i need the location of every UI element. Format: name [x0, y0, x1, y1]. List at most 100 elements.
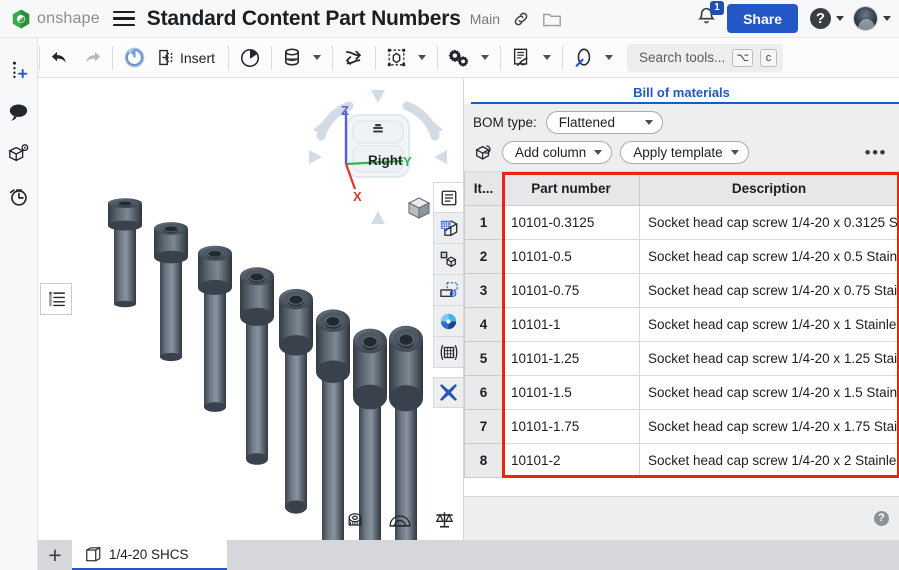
cell-description[interactable]: Socket head cap screw 1/4-20 x 0.3125 St…: [640, 205, 899, 239]
link-icon[interactable]: [512, 10, 530, 28]
extrude-button[interactable]: [277, 41, 307, 75]
cell-item-number[interactable]: 5: [465, 341, 503, 375]
measure-chevron-down-icon[interactable]: [599, 41, 619, 75]
measure-tape-icon[interactable]: [344, 511, 366, 534]
cell-part-number[interactable]: 10101-0.75: [503, 273, 640, 307]
scale-balance-icon[interactable]: [434, 510, 455, 534]
share-button[interactable]: Share: [727, 4, 798, 33]
column-header-item[interactable]: It...: [465, 172, 503, 205]
display-state-chevron-down-icon[interactable]: [537, 41, 557, 75]
cell-description[interactable]: Socket head cap screw 1/4-20 x 1.75 Stai…: [640, 409, 899, 443]
tab-part-studio[interactable]: 1/4-20 SHCS: [72, 540, 227, 570]
notifications-bell[interactable]: 1: [696, 6, 717, 32]
cell-part-number[interactable]: 10101-1.25: [503, 341, 640, 375]
cube-tag-icon[interactable]: [3, 138, 35, 170]
cell-item-number[interactable]: 8: [465, 443, 503, 477]
apply-template-button[interactable]: Apply template: [620, 141, 748, 164]
folder-icon[interactable]: [542, 10, 562, 28]
cell-description[interactable]: Socket head cap screw 1/4-20 x 1 Stainle…: [640, 307, 899, 341]
insert-button[interactable]: Insert: [151, 41, 223, 75]
cell-part-number[interactable]: 10101-1.75: [503, 409, 640, 443]
display-state-button[interactable]: [506, 41, 537, 75]
cell-description[interactable]: Socket head cap screw 1/4-20 x 0.75 Stai…: [640, 273, 899, 307]
add-column-button[interactable]: Add column: [502, 141, 612, 164]
help-question-icon[interactable]: ?: [810, 8, 831, 29]
table-row[interactable]: 510101-1.25Socket head cap screw 1/4-20 …: [465, 341, 899, 375]
measure-tool-button[interactable]: [568, 41, 599, 75]
feature-panel-toggle-icon[interactable]: [40, 283, 72, 315]
table-row[interactable]: 810101-2Socket head cap screw 1/4-20 x 2…: [465, 443, 899, 477]
axis-y-label: Y: [403, 154, 412, 169]
stopwatch-icon[interactable]: [3, 180, 35, 212]
cell-item-number[interactable]: 2: [465, 239, 503, 273]
graphics-bottom-tools: [344, 510, 455, 534]
transform-button[interactable]: [381, 41, 412, 75]
rebuild-button[interactable]: [118, 41, 151, 75]
cell-description[interactable]: Socket head cap screw 1/4-20 x 2 Stainle…: [640, 443, 899, 477]
assembly-chevron-down-icon[interactable]: [475, 41, 495, 75]
bom-type-select[interactable]: Flattened: [546, 111, 663, 134]
cell-item-number[interactable]: 7: [465, 409, 503, 443]
bom-type-label: BOM type:: [473, 115, 537, 130]
viewcube-face-label: Right: [368, 153, 403, 168]
grid-cube-icon[interactable]: [433, 213, 464, 244]
cell-part-number[interactable]: 10101-1: [503, 307, 640, 341]
sketch-button[interactable]: [234, 41, 266, 75]
variable-table-icon[interactable]: [433, 337, 464, 368]
cell-description[interactable]: Socket head cap screw 1/4-20 x 0.5 Stain…: [640, 239, 899, 273]
color-ball-icon[interactable]: [433, 306, 464, 337]
undo-button[interactable]: [45, 41, 76, 75]
table-row[interactable]: 310101-0.75Socket head cap screw 1/4-20 …: [465, 273, 899, 307]
bom-table-container[interactable]: It... Part number Description 110101-0.3…: [464, 172, 899, 496]
bom-help-question-icon[interactable]: ?: [874, 511, 889, 526]
account-chevron-down-icon[interactable]: [883, 16, 891, 21]
graphics-viewport[interactable]: Z Y X Right: [38, 78, 463, 540]
cell-item-number[interactable]: 1: [465, 205, 503, 239]
redo-button[interactable]: [76, 41, 107, 75]
bom-refresh-icon[interactable]: [473, 143, 494, 163]
toolbar-divider: [112, 46, 113, 70]
document-title[interactable]: Standard Content Part Numbers: [147, 7, 461, 31]
fillet-button[interactable]: [338, 41, 370, 75]
annotate-add-icon[interactable]: [3, 54, 35, 86]
part-studio-icon: [85, 546, 102, 563]
table-row[interactable]: 410101-1Socket head cap screw 1/4-20 x 1…: [465, 307, 899, 341]
cell-item-number[interactable]: 3: [465, 273, 503, 307]
bom-more-options-icon[interactable]: •••: [863, 144, 889, 162]
cell-item-number[interactable]: 6: [465, 375, 503, 409]
bom-list-icon[interactable]: [433, 182, 464, 213]
x-close-icon[interactable]: [433, 377, 464, 408]
column-header-part-number[interactable]: Part number: [503, 172, 640, 205]
search-tools-input[interactable]: Search tools... ⌥ c: [627, 44, 783, 72]
help-chevron-down-icon[interactable]: [836, 16, 844, 21]
table-row[interactable]: 110101-0.3125Socket head cap screw 1/4-2…: [465, 205, 899, 239]
assembly-features-button[interactable]: [443, 41, 475, 75]
transform-chevron-down-icon[interactable]: [412, 41, 432, 75]
toolbar-divider: [228, 46, 229, 70]
hamburger-menu-icon[interactable]: [113, 8, 135, 30]
branch-name[interactable]: Main: [470, 11, 500, 27]
named-view-icon[interactable]: [433, 275, 464, 306]
onshape-logo-icon[interactable]: [10, 8, 32, 30]
cell-part-number[interactable]: 10101-0.3125: [503, 205, 640, 239]
view-cube[interactable]: Z Y X Right: [303, 82, 453, 232]
column-header-description[interactable]: Description: [640, 172, 899, 205]
table-row[interactable]: 710101-1.75Socket head cap screw 1/4-20 …: [465, 409, 899, 443]
table-row[interactable]: 610101-1.5Socket head cap screw 1/4-20 x…: [465, 375, 899, 409]
cell-description[interactable]: Socket head cap screw 1/4-20 x 1.5 Stain…: [640, 375, 899, 409]
extrude-chevron-down-icon[interactable]: [307, 41, 327, 75]
table-header-row: It... Part number Description: [465, 172, 899, 205]
speech-bubble-icon[interactable]: [3, 96, 35, 128]
protractor-icon[interactable]: [388, 511, 412, 534]
table-row[interactable]: 210101-0.5Socket head cap screw 1/4-20 x…: [465, 239, 899, 273]
add-tab-button[interactable]: +: [38, 540, 72, 570]
cell-part-number[interactable]: 10101-1.5: [503, 375, 640, 409]
right-panel-icon-strip: [433, 182, 464, 408]
cell-part-number[interactable]: 10101-2: [503, 443, 640, 477]
copy-part-icon[interactable]: [433, 244, 464, 275]
cell-description[interactable]: Socket head cap screw 1/4-20 x 1.25 Stai…: [640, 341, 899, 375]
toolbar-divider: [375, 46, 376, 70]
cell-part-number[interactable]: 10101-0.5: [503, 239, 640, 273]
user-avatar[interactable]: [853, 6, 878, 31]
cell-item-number[interactable]: 4: [465, 307, 503, 341]
